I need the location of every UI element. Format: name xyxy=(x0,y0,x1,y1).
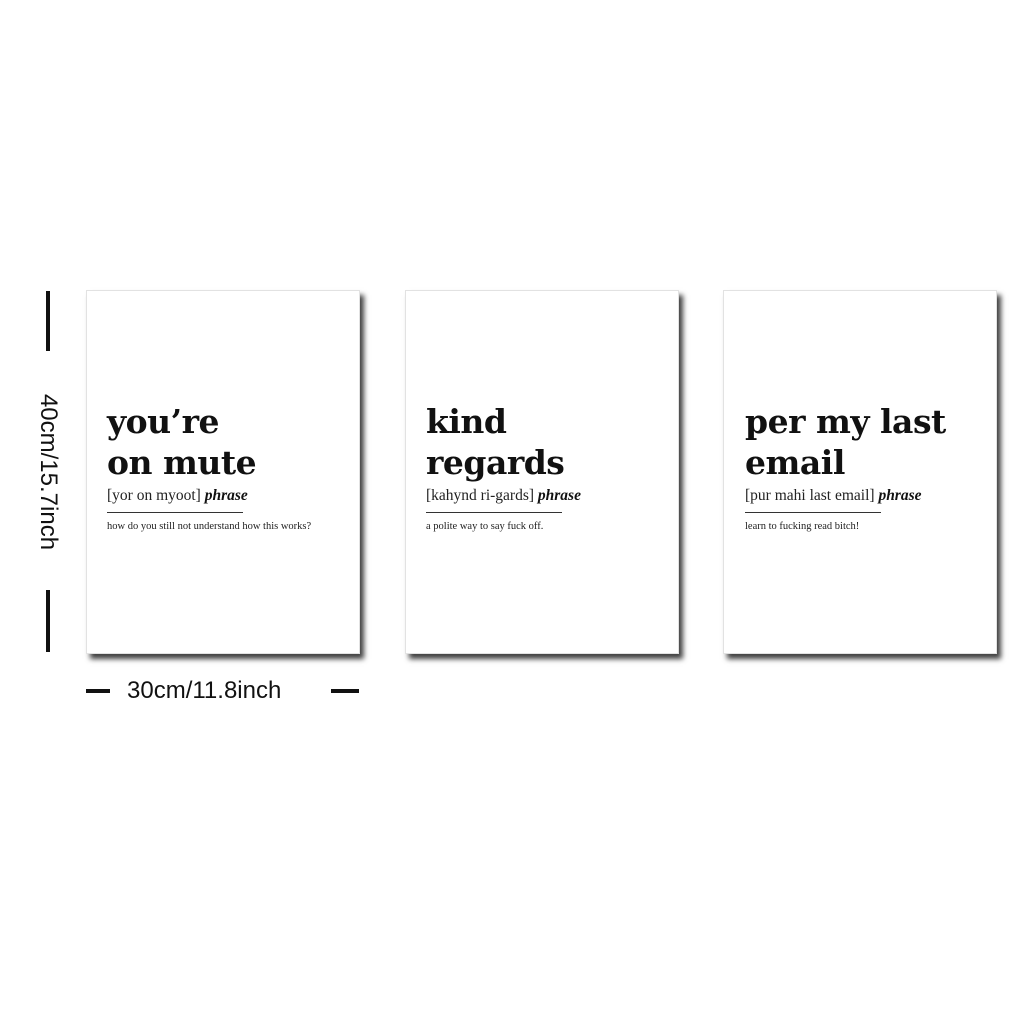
poster-title: you’re on mute xyxy=(107,401,359,483)
poster-title: kind regards xyxy=(426,401,678,483)
width-marker-right xyxy=(331,689,359,693)
part-of-speech: phrase xyxy=(537,487,581,504)
definition: a polite way to say fuck off. xyxy=(426,521,544,532)
pronunciation: [kahynd ri-gards] xyxy=(426,487,535,504)
part-of-speech: phrase xyxy=(204,487,248,504)
height-label: 40cm/15.7inch xyxy=(35,393,62,551)
poster-kind-regards: kind regards [kahynd ri-gards] phrase a … xyxy=(405,290,679,654)
height-marker-bottom xyxy=(46,590,50,652)
title-line-2: email xyxy=(745,443,845,482)
width-label: 30cm/11.8inch xyxy=(127,677,282,704)
pronunciation-line: [kahynd ri-gards] phrase xyxy=(426,487,678,505)
pronunciation: [yor on myoot] xyxy=(107,487,201,504)
title-line-2: regards xyxy=(426,443,565,482)
pronunciation-line: [yor on myoot] phrase xyxy=(107,487,359,505)
title-line-2: on mute xyxy=(107,443,257,482)
width-marker-left xyxy=(86,689,110,693)
poster-youre-on-mute: you’re on mute [yor on myoot] phrase how… xyxy=(86,290,360,654)
pronunciation-line: [pur mahi last email] phrase xyxy=(745,487,996,505)
poster-title: per my last email xyxy=(745,401,996,483)
poster-per-my-last-email: per my last email [pur mahi last email] … xyxy=(723,290,997,654)
title-line-1: kind xyxy=(426,402,507,441)
part-of-speech: phrase xyxy=(878,487,922,504)
pronunciation: [pur mahi last email] xyxy=(745,487,875,504)
divider xyxy=(426,512,562,513)
definition: learn to fucking read bitch! xyxy=(745,521,860,532)
definition: how do you still not understand how this… xyxy=(107,521,312,532)
title-line-1: per my last xyxy=(745,402,946,441)
title-line-1: you’re xyxy=(107,402,220,441)
height-marker-top xyxy=(46,291,50,351)
divider xyxy=(745,512,881,513)
divider xyxy=(107,512,243,513)
